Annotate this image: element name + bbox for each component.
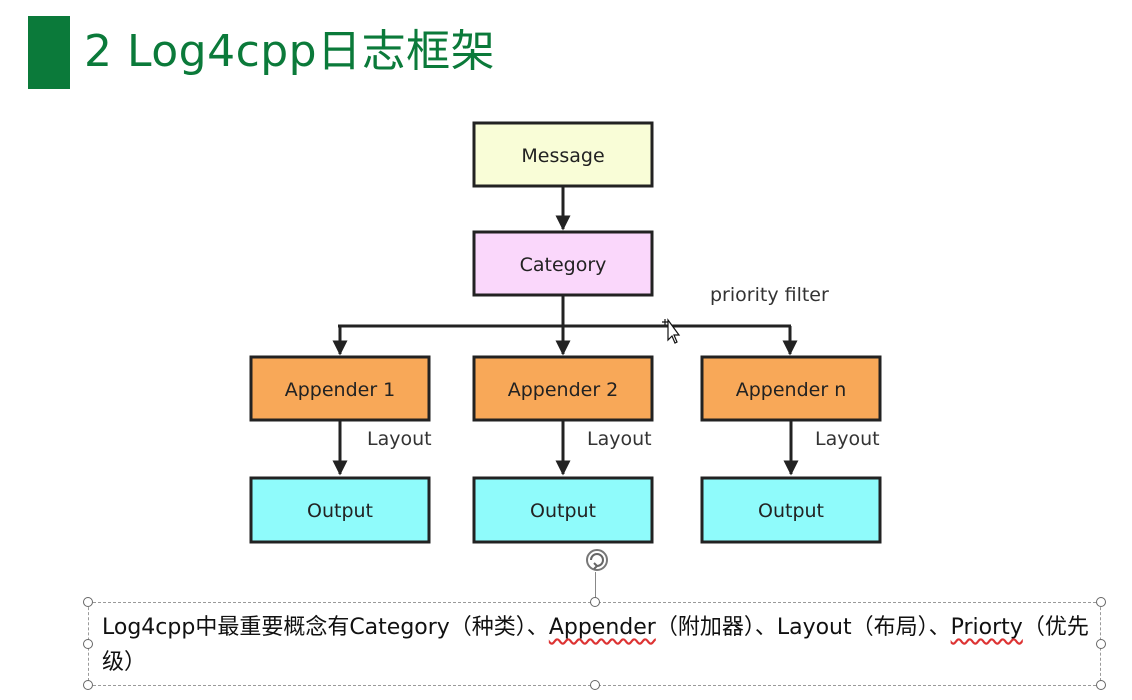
layout-label-2: Layout	[587, 428, 652, 450]
output-3-node[interactable]: Output	[700, 476, 882, 544]
output-3-label: Output	[758, 500, 824, 522]
output-1-label: Output	[307, 500, 373, 522]
appender-n-label: Appender n	[736, 379, 847, 401]
caption-text[interactable]: Log4cpp中最重要概念有Category（种类）、Appender（附加器）…	[102, 610, 1092, 680]
appender-n-node[interactable]: Appender n	[700, 355, 882, 422]
category-node[interactable]: Category	[472, 230, 654, 297]
rotate-handle-icon[interactable]	[582, 545, 612, 575]
log4cpp-architecture-diagram: Message Category priority filter Appende…	[249, 121, 882, 544]
priority-filter-label: priority filter	[710, 284, 829, 306]
appender-2-node[interactable]: Appender 2	[472, 355, 654, 422]
message-node[interactable]: Message	[472, 121, 654, 188]
caption-priorty-word: Priorty	[950, 615, 1023, 640]
output-1-node[interactable]: Output	[249, 476, 431, 544]
resize-handle-top-center[interactable]	[590, 597, 600, 607]
caption-appender-word: Appender	[548, 615, 656, 640]
mouse-cursor-icon	[662, 318, 681, 344]
resize-handle-middle-right[interactable]	[1096, 639, 1106, 649]
resize-handle-top-right[interactable]	[1096, 597, 1106, 607]
layout-label-3: Layout	[815, 428, 880, 450]
caption-part-1: Log4cpp中最重要概念有Category（种类）、	[102, 615, 549, 640]
resize-handle-middle-left[interactable]	[83, 639, 93, 649]
resize-handle-bottom-right[interactable]	[1096, 680, 1106, 690]
appender-1-node[interactable]: Appender 1	[249, 355, 431, 422]
message-label: Message	[521, 145, 604, 167]
resize-handle-bottom-left[interactable]	[83, 680, 93, 690]
caption-part-2: （附加器）、Layout（布局）、	[655, 615, 951, 640]
category-label: Category	[520, 254, 607, 276]
appender-1-label: Appender 1	[285, 379, 396, 401]
resize-handle-top-left[interactable]	[83, 597, 93, 607]
appender-2-label: Appender 2	[508, 379, 619, 401]
output-2-label: Output	[530, 500, 596, 522]
layout-label-1: Layout	[367, 428, 432, 450]
resize-handle-bottom-center[interactable]	[590, 680, 600, 690]
output-2-node[interactable]: Output	[472, 476, 654, 544]
